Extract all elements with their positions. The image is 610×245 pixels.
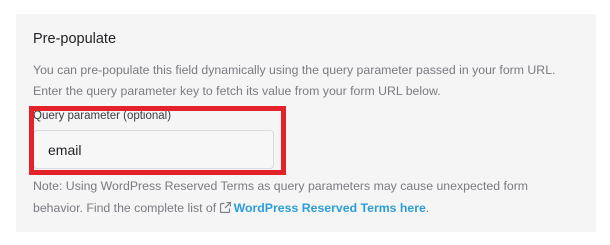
reserved-terms-link[interactable]: WordPress Reserved Terms here — [219, 198, 426, 215]
note-suffix: . — [425, 201, 430, 215]
highlight-box — [29, 106, 286, 175]
section-description: You can pre-populate this field dynamica… — [33, 63, 556, 98]
reserved-terms-link-label: WordPress Reserved Terms here — [233, 201, 426, 215]
reserved-terms-note: Note: Using WordPress Reserved Terms as … — [33, 175, 581, 219]
section-title: Pre-populate — [33, 31, 117, 47]
external-link-icon — [219, 198, 231, 214]
